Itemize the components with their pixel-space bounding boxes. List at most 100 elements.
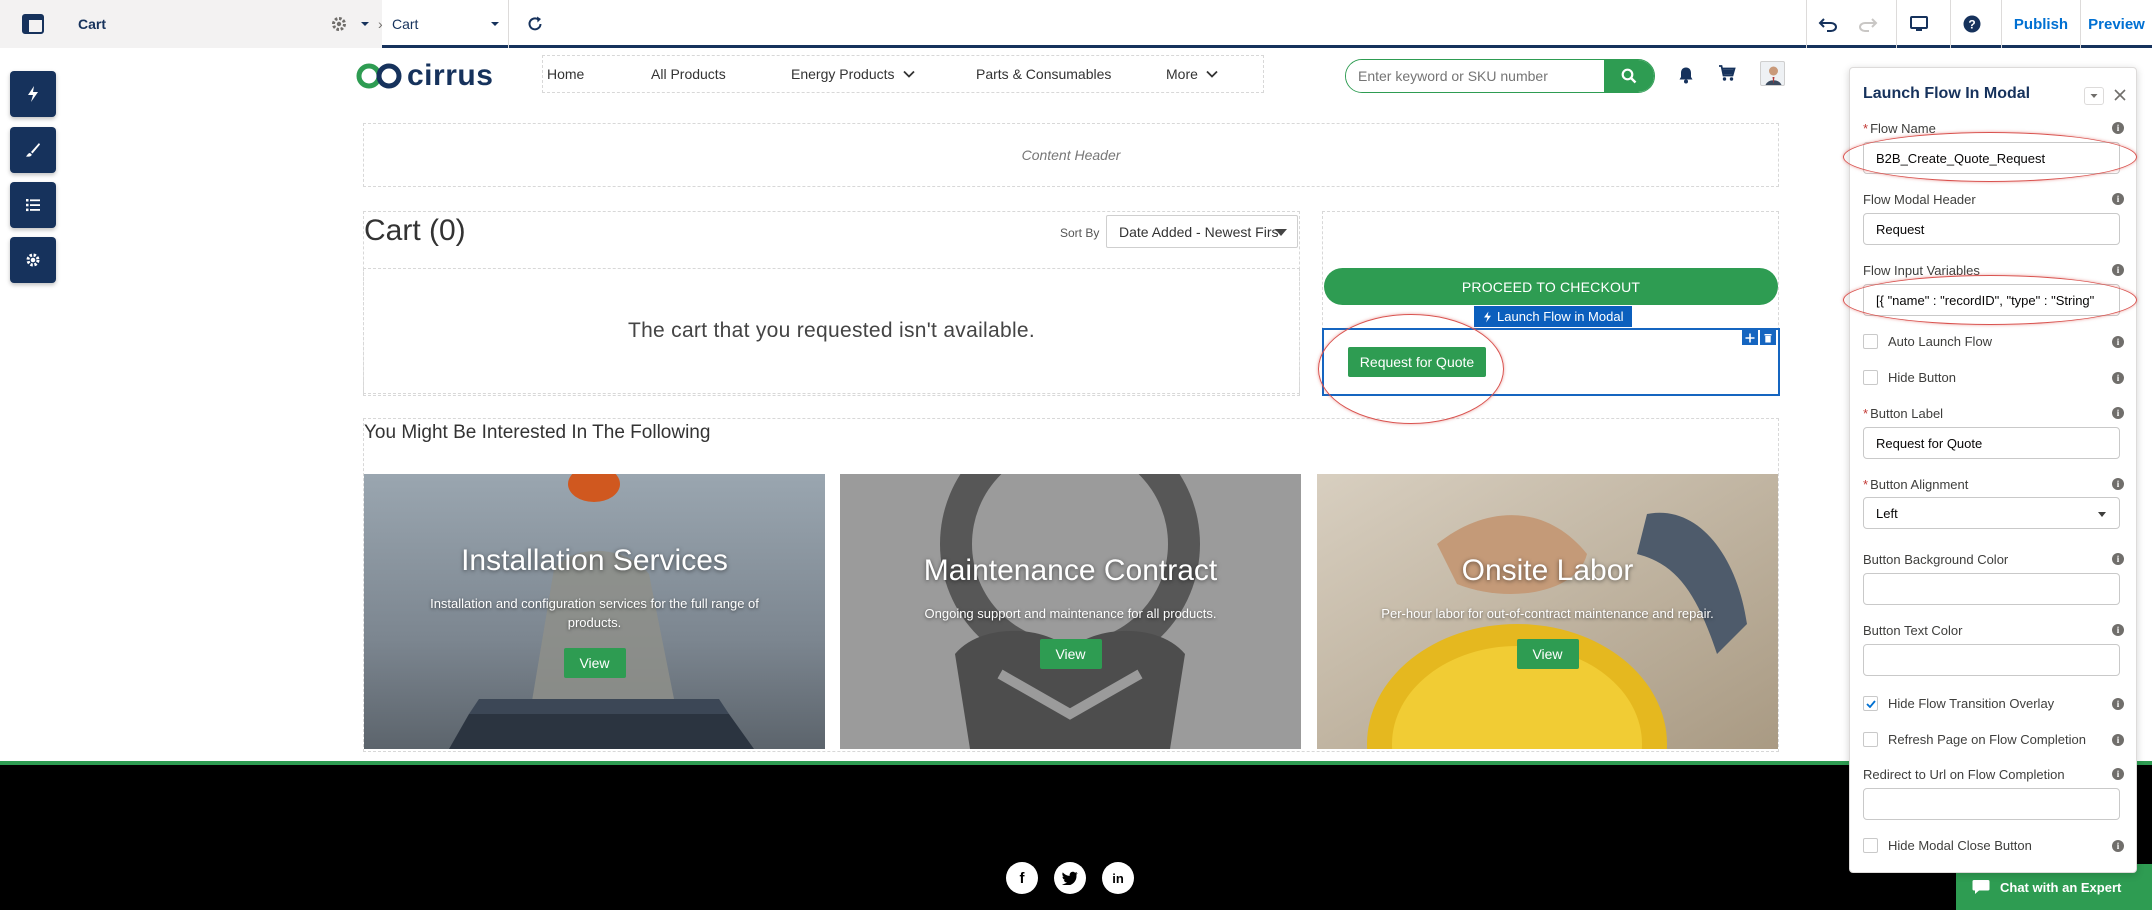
page-selector-chevron-down-icon[interactable] (360, 0, 370, 48)
move-icon[interactable] (1742, 330, 1758, 345)
page-selector-area (0, 0, 382, 48)
proceed-to-checkout-button[interactable]: PROCEED TO CHECKOUT (1324, 268, 1778, 305)
toolbar-divider (1806, 0, 1807, 48)
hide-flow-transition-overlay-checkbox[interactable]: Hide Flow Transition Overlay (1863, 696, 2054, 711)
sort-select[interactable]: Date Added - Newest Firs (1106, 215, 1298, 248)
info-icon[interactable]: i (2112, 478, 2124, 490)
page-settings-gear-icon[interactable] (330, 0, 348, 48)
info-icon[interactable]: i (2112, 372, 2124, 384)
linkedin-icon[interactable]: in (1102, 862, 1134, 894)
card-installation-services: Installation Services Installation and c… (364, 474, 825, 749)
button-background-color-input[interactable] (1863, 573, 2120, 605)
device-preview-desktop-icon[interactable] (1909, 0, 1929, 48)
refresh-icon[interactable] (526, 0, 544, 48)
builder-menu-icon[interactable] (18, 0, 48, 48)
nav-item-home[interactable]: Home (547, 56, 584, 92)
hide-button-checkbox[interactable]: Hide Button (1863, 370, 1956, 385)
redo-icon[interactable] (1858, 0, 1878, 48)
page-structure-list-button[interactable] (10, 182, 56, 228)
panel-close-icon[interactable] (2112, 87, 2128, 103)
auto-launch-flow-checkbox[interactable]: Auto Launch Flow (1863, 334, 1992, 349)
breadcrumb-chevron-down-icon[interactable] (490, 0, 500, 48)
hide-button-label: Hide Button (1888, 370, 1956, 385)
undo-icon[interactable] (1818, 0, 1838, 48)
settings-gear-button[interactable] (10, 237, 56, 283)
delete-trash-icon[interactable] (1760, 330, 1776, 345)
hide-modal-close-button-checkbox[interactable]: Hide Modal Close Button (1863, 838, 2032, 853)
button-alignment-label: * Button Alignment (1863, 477, 1968, 492)
theme-brush-button[interactable] (10, 127, 56, 173)
info-icon[interactable]: i (2112, 840, 2124, 852)
button-label-label-text: Button Label (1870, 406, 1944, 421)
button-alignment-value: Left (1876, 505, 1898, 521)
info-icon[interactable]: i (2112, 264, 2124, 276)
facebook-icon[interactable]: f (1006, 862, 1038, 894)
view-button[interactable]: View (1516, 639, 1579, 669)
view-button[interactable]: View (1039, 639, 1102, 669)
nav-item-label: Energy Products (791, 66, 895, 82)
user-avatar[interactable] (1760, 61, 1785, 86)
button-label-input[interactable]: Request for Quote (1863, 427, 2120, 459)
card-description: Ongoing support and maintenance for all … (924, 606, 1217, 621)
checkbox-box[interactable] (1863, 732, 1878, 747)
builder-toolbar: Cart › Cart ? Publish Preview (0, 0, 2152, 48)
checkbox-box[interactable] (1863, 370, 1878, 385)
hide-flow-transition-overlay-label: Hide Flow Transition Overlay (1888, 696, 2055, 711)
logo-wordmark: cirrus (407, 59, 494, 92)
checkbox-box[interactable] (1863, 838, 1878, 853)
search-button[interactable] (1604, 60, 1654, 92)
search-input[interactable] (1346, 60, 1604, 92)
flow-input-variables-input[interactable]: [{ "name" : "recordID", "type" : "String… (1863, 284, 2120, 316)
info-icon[interactable]: i (2112, 768, 2124, 780)
info-icon[interactable]: i (2112, 624, 2124, 636)
view-button[interactable]: View (563, 648, 626, 678)
chat-label: Chat with an Expert (2000, 879, 2122, 895)
checkmark-icon (1865, 699, 1876, 708)
refresh-page-checkbox[interactable]: Refresh Page on Flow Completion (1863, 732, 2086, 747)
checkbox-box[interactable] (1863, 334, 1878, 349)
button-alignment-select[interactable]: Left (1863, 497, 2120, 529)
card-description: Per-hour labor for out-of-contract maint… (1381, 606, 1714, 621)
help-icon[interactable]: ? (1963, 0, 1981, 48)
button-background-color-label: Button Background Color (1863, 552, 2009, 567)
request-for-quote-button[interactable]: Request for Quote (1348, 347, 1486, 377)
panel-title: Launch Flow In Modal (1863, 85, 2031, 102)
content-header-region[interactable]: Content Header (363, 123, 1779, 187)
redirect-url-input[interactable] (1863, 788, 2120, 820)
required-asterisk: * (1863, 477, 1869, 492)
info-icon[interactable]: i (2112, 193, 2124, 205)
info-icon[interactable]: i (2112, 336, 2124, 348)
info-icon[interactable]: i (2112, 734, 2124, 746)
hide-modal-close-button-label: Hide Modal Close Button (1888, 838, 2032, 853)
button-text-color-input[interactable] (1863, 644, 2120, 676)
site-logo[interactable]: cirrus (355, 59, 493, 93)
info-icon[interactable]: i (2112, 407, 2124, 419)
notifications-bell-icon[interactable] (1678, 66, 1694, 89)
toolbar-divider (1896, 0, 1897, 48)
publish-button[interactable]: Publish (2002, 0, 2080, 48)
page-selector-label[interactable]: Cart (78, 0, 106, 48)
preview-button[interactable]: Preview (2081, 0, 2152, 48)
checkbox-box-checked[interactable] (1863, 696, 1878, 711)
info-icon[interactable]: i (2112, 553, 2124, 565)
breadcrumb-page-label[interactable]: Cart (392, 0, 418, 48)
nav-item-all-products[interactable]: All Products (651, 56, 726, 92)
component-tag-label: Launch Flow in Modal (1497, 309, 1624, 324)
twitter-icon[interactable] (1054, 862, 1086, 894)
paintbrush-icon (26, 143, 40, 157)
nav-item-parts-consumables[interactable]: Parts & Consumables (976, 56, 1111, 92)
nav-item-energy-products[interactable]: Energy Products (791, 56, 915, 92)
nav-item-label: More (1166, 66, 1198, 82)
panel-menu-chevron-down-icon[interactable] (2084, 87, 2104, 105)
toolbar-divider (1950, 0, 1951, 48)
flow-modal-header-input[interactable]: Request (1863, 213, 2120, 245)
cart-icon[interactable] (1718, 64, 1736, 87)
component-tag: Launch Flow in Modal (1474, 306, 1633, 327)
nav-item-more[interactable]: More (1166, 56, 1218, 92)
info-icon[interactable]: i (2112, 122, 2124, 134)
flow-name-input[interactable]: B2B_Create_Quote_Request (1863, 142, 2120, 174)
card-title: Maintenance Contract (923, 554, 1218, 587)
flow-name-label-text: Flow Name (1870, 121, 1936, 136)
components-lightning-button[interactable] (10, 71, 56, 117)
info-icon[interactable]: i (2112, 698, 2124, 710)
